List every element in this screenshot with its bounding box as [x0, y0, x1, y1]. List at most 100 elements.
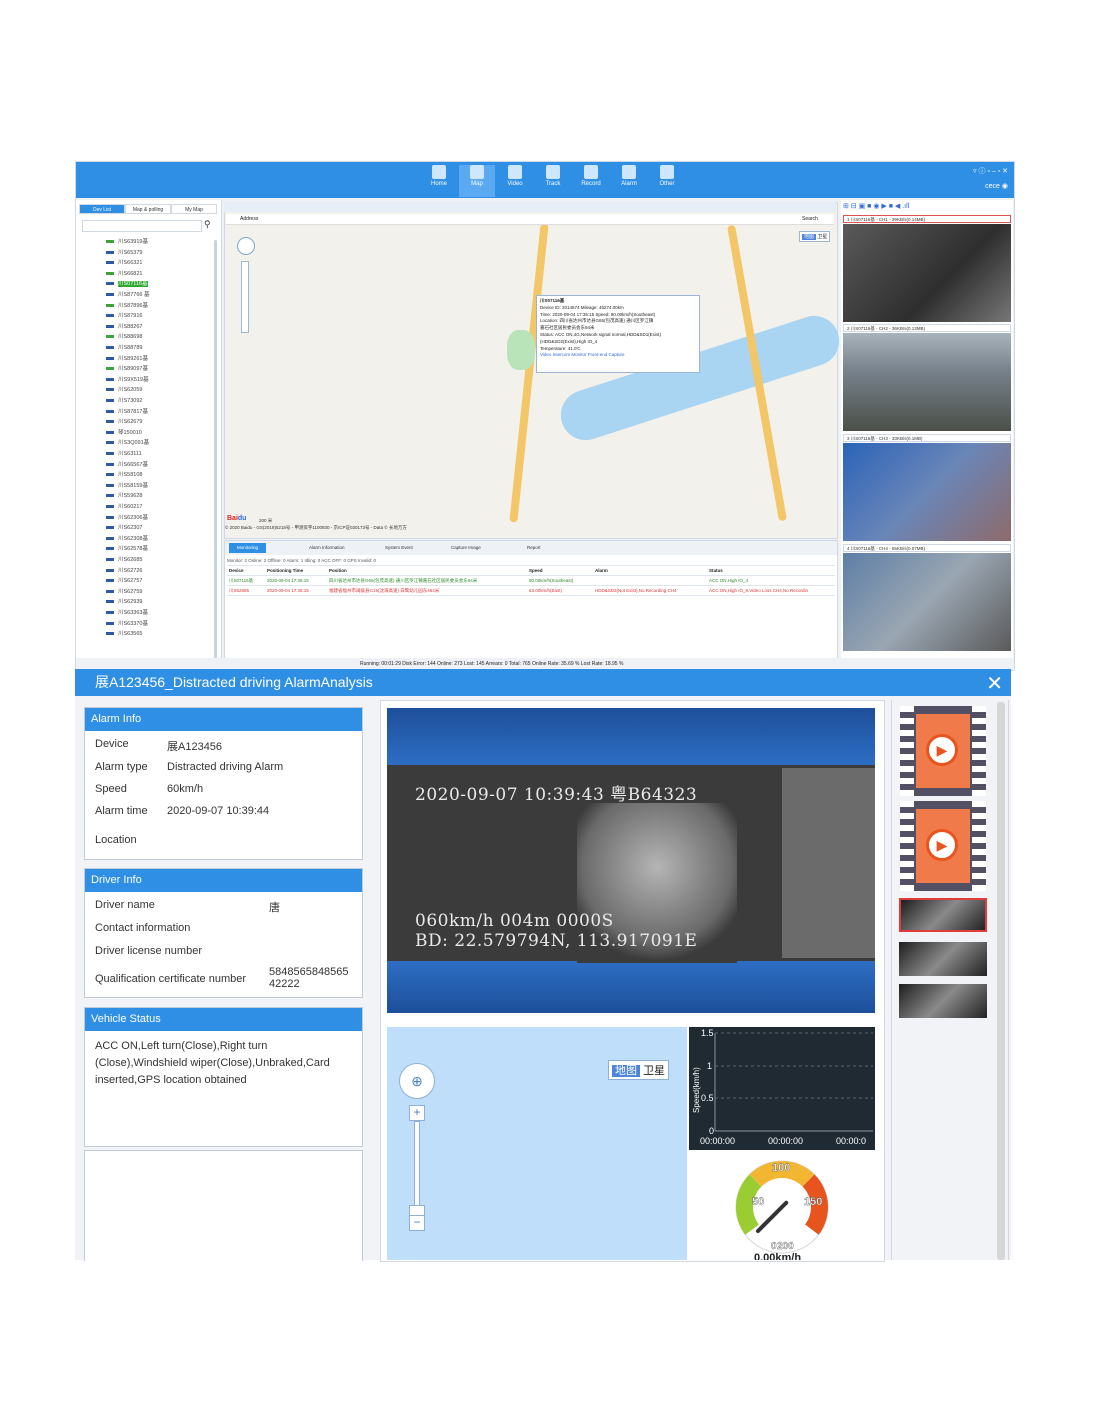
channel-4-video[interactable]: [843, 553, 1011, 651]
table-row[interactable]: 川S07116基 2020-09-04 17:35:15 四川省达州市达县G65…: [227, 576, 835, 586]
vehicle-icon: [106, 483, 114, 487]
channel-1-video[interactable]: [843, 224, 1011, 322]
list-item[interactable]: 川S9X519基: [106, 375, 149, 385]
list-item[interactable]: 川S63919基: [106, 237, 148, 247]
tab-system-event[interactable]: System Event: [385, 543, 413, 553]
map-search-button[interactable]: Search: [802, 216, 818, 222]
zoom-slider[interactable]: [414, 1121, 420, 1209]
list-item[interactable]: 川S87916: [106, 311, 142, 321]
tab-map-polling[interactable]: Map & polling: [125, 204, 171, 214]
search-icon[interactable]: ⚲: [204, 219, 214, 229]
nav-other[interactable]: Other: [649, 165, 685, 197]
list-item[interactable]: 川S59628: [106, 491, 142, 501]
tab-alarm-information[interactable]: Alarm Information: [309, 543, 345, 553]
list-item[interactable]: 川S62059: [106, 385, 142, 395]
image-thumbnail[interactable]: [899, 942, 987, 976]
map-type-satellite[interactable]: 卫星: [643, 1065, 665, 1077]
nav-map[interactable]: Map: [459, 165, 495, 197]
channel-3-video[interactable]: [843, 443, 1011, 541]
list-item[interactable]: 川S89097基: [106, 364, 148, 374]
tab-monitoring[interactable]: Monitoring: [229, 543, 267, 553]
image-thumbnail[interactable]: [899, 984, 987, 1018]
list-item[interactable]: 川S62685: [106, 555, 142, 565]
popup-actions[interactable]: Video Intercom Monitor Front-end Capture: [540, 352, 696, 359]
list-item[interactable]: 川S62308基: [106, 534, 148, 544]
list-item[interactable]: 川S60217: [106, 502, 142, 512]
list-item[interactable]: 川S62679: [106, 417, 142, 427]
map-view[interactable]: 地图 卫星 © 2020 Baidu - GS(2019)5218号 - 甲测资…: [224, 202, 846, 539]
list-item[interactable]: 川S62939: [106, 597, 142, 607]
tree-scrollbar[interactable]: [214, 240, 217, 660]
table-row[interactable]: 川S62665 2020-09-04 17:35:15 福建省福州市闽侯县G15…: [227, 586, 835, 596]
list-item[interactable]: 川S89261基: [106, 354, 148, 364]
zoom-in-button[interactable]: +: [409, 1105, 425, 1121]
video-toolbar[interactable]: ⊞ ⊟ ▣ ■ ◉ ▶ ■ ◀ .ıll: [843, 202, 909, 210]
list-item[interactable]: 川S65379: [106, 248, 142, 258]
list-item[interactable]: 川S62306基: [106, 513, 148, 523]
tab-report[interactable]: Report: [527, 543, 541, 553]
list-item[interactable]: 川S87896基: [106, 301, 148, 311]
list-item[interactable]: 川S73092: [106, 396, 142, 406]
nav-home[interactable]: Home: [421, 165, 457, 197]
list-item[interactable]: 川S66567基: [106, 460, 148, 470]
list-item[interactable]: 川S88698: [106, 332, 142, 342]
list-item[interactable]: 川S66821: [106, 269, 142, 279]
channel-1-header[interactable]: 1 川S07116基 - CH1 - 39KB/s(0.14MB): [843, 215, 1011, 223]
list-item[interactable]: 川S62757: [106, 576, 142, 586]
list-item[interactable]: 川S87817基: [106, 407, 148, 417]
list-item[interactable]: 川S87766 基: [106, 290, 150, 300]
list-item[interactable]: 川S07116基: [106, 279, 148, 289]
alarm-video[interactable]: 2020-09-07 10:39:43 粤B64323 060km/h 004m…: [387, 708, 875, 1013]
list-item[interactable]: 川S58159基: [106, 481, 148, 491]
list-item[interactable]: 川S62759: [106, 587, 142, 597]
map-pan-control[interactable]: ⊕: [399, 1063, 435, 1099]
list-item[interactable]: 川S66321: [106, 258, 142, 268]
list-item[interactable]: 川S62307: [106, 523, 142, 533]
location-map[interactable]: ⊕ + − 地图 卫星: [387, 1027, 687, 1260]
list-item[interactable]: 川S88267: [106, 322, 142, 332]
map-type-map[interactable]: 地图: [612, 1065, 640, 1077]
zoom-out-button[interactable]: −: [409, 1215, 425, 1231]
channel-4-header[interactable]: 4 川S07116基 - CH4 - 55KB/s(0.07MB): [843, 544, 1011, 552]
list-item[interactable]: 川S88789: [106, 343, 142, 353]
list-item[interactable]: 川S63565: [106, 629, 142, 639]
list-item[interactable]: 川S63111: [106, 449, 142, 459]
qualification-number-value: 5848565848565 42222: [269, 966, 349, 990]
address-bar: Address Search: [226, 214, 834, 225]
play-icon: ▶: [926, 829, 958, 861]
video-file-thumbnail[interactable]: ▶: [900, 801, 986, 891]
gauge-max-label: 200: [777, 1241, 794, 1252]
tab-my-map[interactable]: My Map: [171, 204, 217, 214]
channel-3-header[interactable]: 3 川S07116基 - CH3 - 33KB/s(0.1MB): [843, 434, 1011, 442]
video-icon: [508, 165, 522, 179]
image-thumbnail-selected[interactable]: [899, 898, 987, 932]
tab-dev-list[interactable]: Dev List: [79, 204, 125, 214]
map-type-toggle[interactable]: 地图 卫星: [799, 231, 831, 242]
map-type-toggle[interactable]: 地图 卫星: [608, 1060, 670, 1080]
map-toolbar[interactable]: [224, 202, 836, 212]
list-item[interactable]: 川S63363基: [106, 608, 148, 618]
list-item[interactable]: 川S62726: [106, 566, 142, 576]
user-avatar-icon[interactable]: ◉: [1002, 183, 1008, 190]
map-zoom-slider[interactable]: [241, 261, 249, 333]
list-item[interactable]: 川S63370基: [106, 619, 148, 629]
channel-2-header[interactable]: 2 川S07116基 - CH2 - 36KB/s(0.13MB): [843, 324, 1011, 332]
map-pan-control[interactable]: [237, 237, 255, 255]
nav-alarm[interactable]: Alarm: [611, 165, 647, 197]
video-file-thumbnail[interactable]: ▶: [900, 706, 986, 796]
list-item[interactable]: 琴150010: [106, 428, 142, 438]
nav-record[interactable]: Record: [573, 165, 609, 197]
nav-track[interactable]: Track: [535, 165, 571, 197]
tab-capture-image[interactable]: Capture Image: [451, 543, 481, 553]
thumbnail-scrollbar[interactable]: [997, 702, 1005, 1260]
monitor-summary: Monitor: 2 Online: 2 Offline: 0 Alarm: 1…: [227, 556, 835, 566]
list-item[interactable]: 川S3Q091基: [106, 438, 149, 448]
gauge-tick-label: 100: [772, 1162, 790, 1174]
vehicle-search-input[interactable]: [82, 220, 202, 232]
list-item[interactable]: 川S62578基: [106, 544, 148, 554]
channel-2-video[interactable]: [843, 333, 1011, 431]
alarm-info-heading: Alarm Info: [85, 708, 362, 731]
close-icon[interactable]: ✕: [986, 671, 1003, 696]
list-item[interactable]: 川S58108: [106, 470, 142, 480]
nav-video[interactable]: Video: [497, 165, 533, 197]
